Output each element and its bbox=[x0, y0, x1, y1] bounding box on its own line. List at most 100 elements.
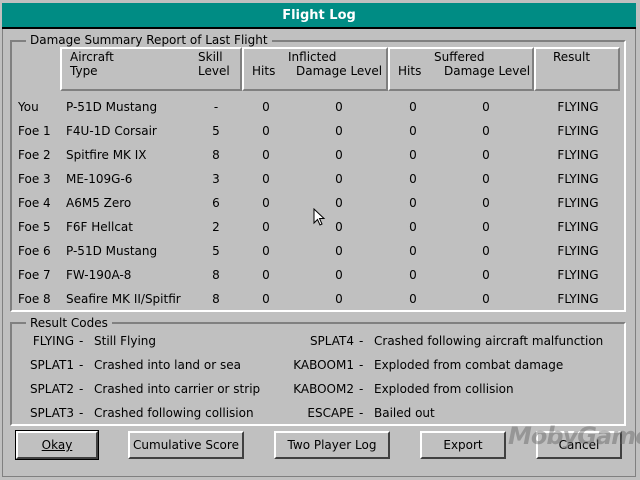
cell-pilot: Foe 7 bbox=[18, 268, 51, 282]
cell-aircraft: F6F Hellcat bbox=[66, 220, 133, 234]
cell-suf-hits: 0 bbox=[409, 292, 417, 306]
result-code-right: KABOOM2 bbox=[293, 382, 354, 396]
result-code-separator: - bbox=[79, 334, 84, 348]
cell-result: FLYING bbox=[557, 148, 599, 162]
mobygames-watermark: MobyGames bbox=[508, 422, 640, 450]
header-skill-line1: Skill bbox=[198, 50, 223, 64]
cell-pilot: Foe 5 bbox=[18, 220, 51, 234]
result-code-description: Exploded from collision bbox=[374, 382, 514, 396]
okay-button[interactable]: Okay bbox=[15, 430, 99, 460]
cell-skill: 2 bbox=[212, 220, 220, 234]
result-code-separator: - bbox=[79, 358, 84, 372]
cell-aircraft: Seafire MK II/Spitfir bbox=[66, 292, 181, 306]
result-code-left: FLYING bbox=[32, 334, 74, 348]
cell-inf-hits: 0 bbox=[262, 124, 270, 138]
cell-skill: 8 bbox=[212, 268, 220, 282]
cell-skill: 5 bbox=[212, 124, 220, 138]
cell-result: FLYING bbox=[557, 268, 599, 282]
damage-summary-legend: Damage Summary Report of Last Flight bbox=[26, 33, 272, 47]
header-skill-line2: Level bbox=[198, 64, 230, 78]
cell-skill: 8 bbox=[212, 292, 220, 306]
cell-inf-hits: 0 bbox=[262, 172, 270, 186]
cell-result: FLYING bbox=[557, 124, 599, 138]
result-code-separator: - bbox=[359, 334, 364, 348]
header-inflicted: Inflicted bbox=[288, 50, 337, 64]
cell-result: FLYING bbox=[557, 196, 599, 210]
result-code-left: SPLAT3 bbox=[29, 406, 74, 420]
cell-inf-hits: 0 bbox=[262, 244, 270, 258]
cell-inf-hits: 0 bbox=[262, 100, 270, 114]
cell-suf-hits: 0 bbox=[409, 148, 417, 162]
cell-skill: - bbox=[213, 100, 219, 114]
header-inflicted-hits: Hits bbox=[252, 64, 276, 78]
cell-suf-dmg: 0 bbox=[482, 220, 490, 234]
cell-inf-dmg: 0 bbox=[335, 100, 343, 114]
result-code-description: Crashed following collision bbox=[94, 406, 254, 420]
cell-inf-hits: 0 bbox=[262, 268, 270, 282]
okay-button-label: Okay bbox=[41, 438, 73, 452]
header-suffered-damage: Damage Level bbox=[444, 64, 531, 78]
result-code-right: KABOOM1 bbox=[293, 358, 354, 372]
cell-pilot: Foe 1 bbox=[18, 124, 51, 138]
cell-inf-hits: 0 bbox=[262, 292, 270, 306]
cell-result: FLYING bbox=[557, 220, 599, 234]
cell-result: FLYING bbox=[557, 292, 599, 306]
cell-skill: 8 bbox=[212, 148, 220, 162]
header-result: Result bbox=[553, 50, 591, 64]
cell-aircraft: P-51D Mustang bbox=[66, 100, 158, 114]
cell-inf-dmg: 0 bbox=[335, 244, 343, 258]
export-button[interactable]: Export bbox=[420, 431, 506, 459]
result-code-separator: - bbox=[359, 406, 364, 420]
cell-result: FLYING bbox=[557, 100, 599, 114]
cell-inf-hits: 0 bbox=[262, 148, 270, 162]
cell-suf-dmg: 0 bbox=[482, 196, 490, 210]
cell-suf-hits: 0 bbox=[409, 244, 417, 258]
cell-suf-hits: 0 bbox=[409, 100, 417, 114]
cell-suf-hits: 0 bbox=[409, 268, 417, 282]
cell-inf-dmg: 0 bbox=[335, 172, 343, 186]
cell-suf-dmg: 0 bbox=[482, 124, 490, 138]
cell-aircraft: P-51D Mustang bbox=[66, 244, 158, 258]
cell-suf-hits: 0 bbox=[409, 124, 417, 138]
cell-aircraft: F4U-1D Corsair bbox=[66, 124, 157, 138]
cell-inf-hits: 0 bbox=[262, 196, 270, 210]
result-code-right: SPLAT4 bbox=[309, 334, 354, 348]
result-code-description: Still Flying bbox=[94, 334, 157, 348]
header-suffered-hits: Hits bbox=[398, 64, 422, 78]
mouse-pointer-icon bbox=[313, 208, 326, 226]
title-bar: Flight Log bbox=[2, 3, 636, 29]
cumulative-score-button[interactable]: Cumulative Score bbox=[128, 431, 244, 459]
cell-aircraft: ME-109G-6 bbox=[66, 172, 133, 186]
two-player-log-button[interactable]: Two Player Log bbox=[274, 431, 390, 459]
result-code-description: Crashed following aircraft malfunction bbox=[374, 334, 604, 348]
result-code-description: Crashed into land or sea bbox=[94, 358, 241, 372]
cell-inf-hits: 0 bbox=[262, 220, 270, 234]
cell-pilot: Foe 4 bbox=[18, 196, 51, 210]
result-code-description: Crashed into carrier or strip bbox=[94, 382, 261, 396]
cell-pilot: Foe 2 bbox=[18, 148, 51, 162]
header-aircraft-line2: Type bbox=[70, 64, 98, 78]
result-code-separator: - bbox=[359, 358, 364, 372]
cell-aircraft: FW-190A-8 bbox=[66, 268, 132, 282]
result-code-separator: - bbox=[359, 382, 364, 396]
cell-suf-dmg: 0 bbox=[482, 268, 490, 282]
cell-suf-hits: 0 bbox=[409, 172, 417, 186]
cell-aircraft: A6M5 Zero bbox=[66, 196, 132, 210]
cell-result: FLYING bbox=[557, 172, 599, 186]
result-codes-legend: Result Codes bbox=[26, 316, 112, 330]
cell-pilot: You bbox=[18, 100, 39, 114]
header-aircraft-line1: Aircraft bbox=[70, 50, 114, 64]
cell-suf-dmg: 0 bbox=[482, 100, 490, 114]
result-code-description: Exploded from combat damage bbox=[374, 358, 564, 372]
result-code-separator: - bbox=[79, 406, 84, 420]
header-suffered: Suffered bbox=[434, 50, 485, 64]
cell-suf-hits: 0 bbox=[409, 220, 417, 234]
header-inflicted-damage: Damage Level bbox=[296, 64, 383, 78]
cell-suf-dmg: 0 bbox=[482, 172, 490, 186]
cell-skill: 5 bbox=[212, 244, 220, 258]
result-code-left: SPLAT1 bbox=[29, 358, 74, 372]
cell-aircraft: Spitfire MK IX bbox=[66, 148, 147, 162]
cell-pilot: Foe 3 bbox=[18, 172, 51, 186]
cell-inf-dmg: 0 bbox=[335, 196, 343, 210]
cell-inf-dmg: 0 bbox=[335, 268, 343, 282]
